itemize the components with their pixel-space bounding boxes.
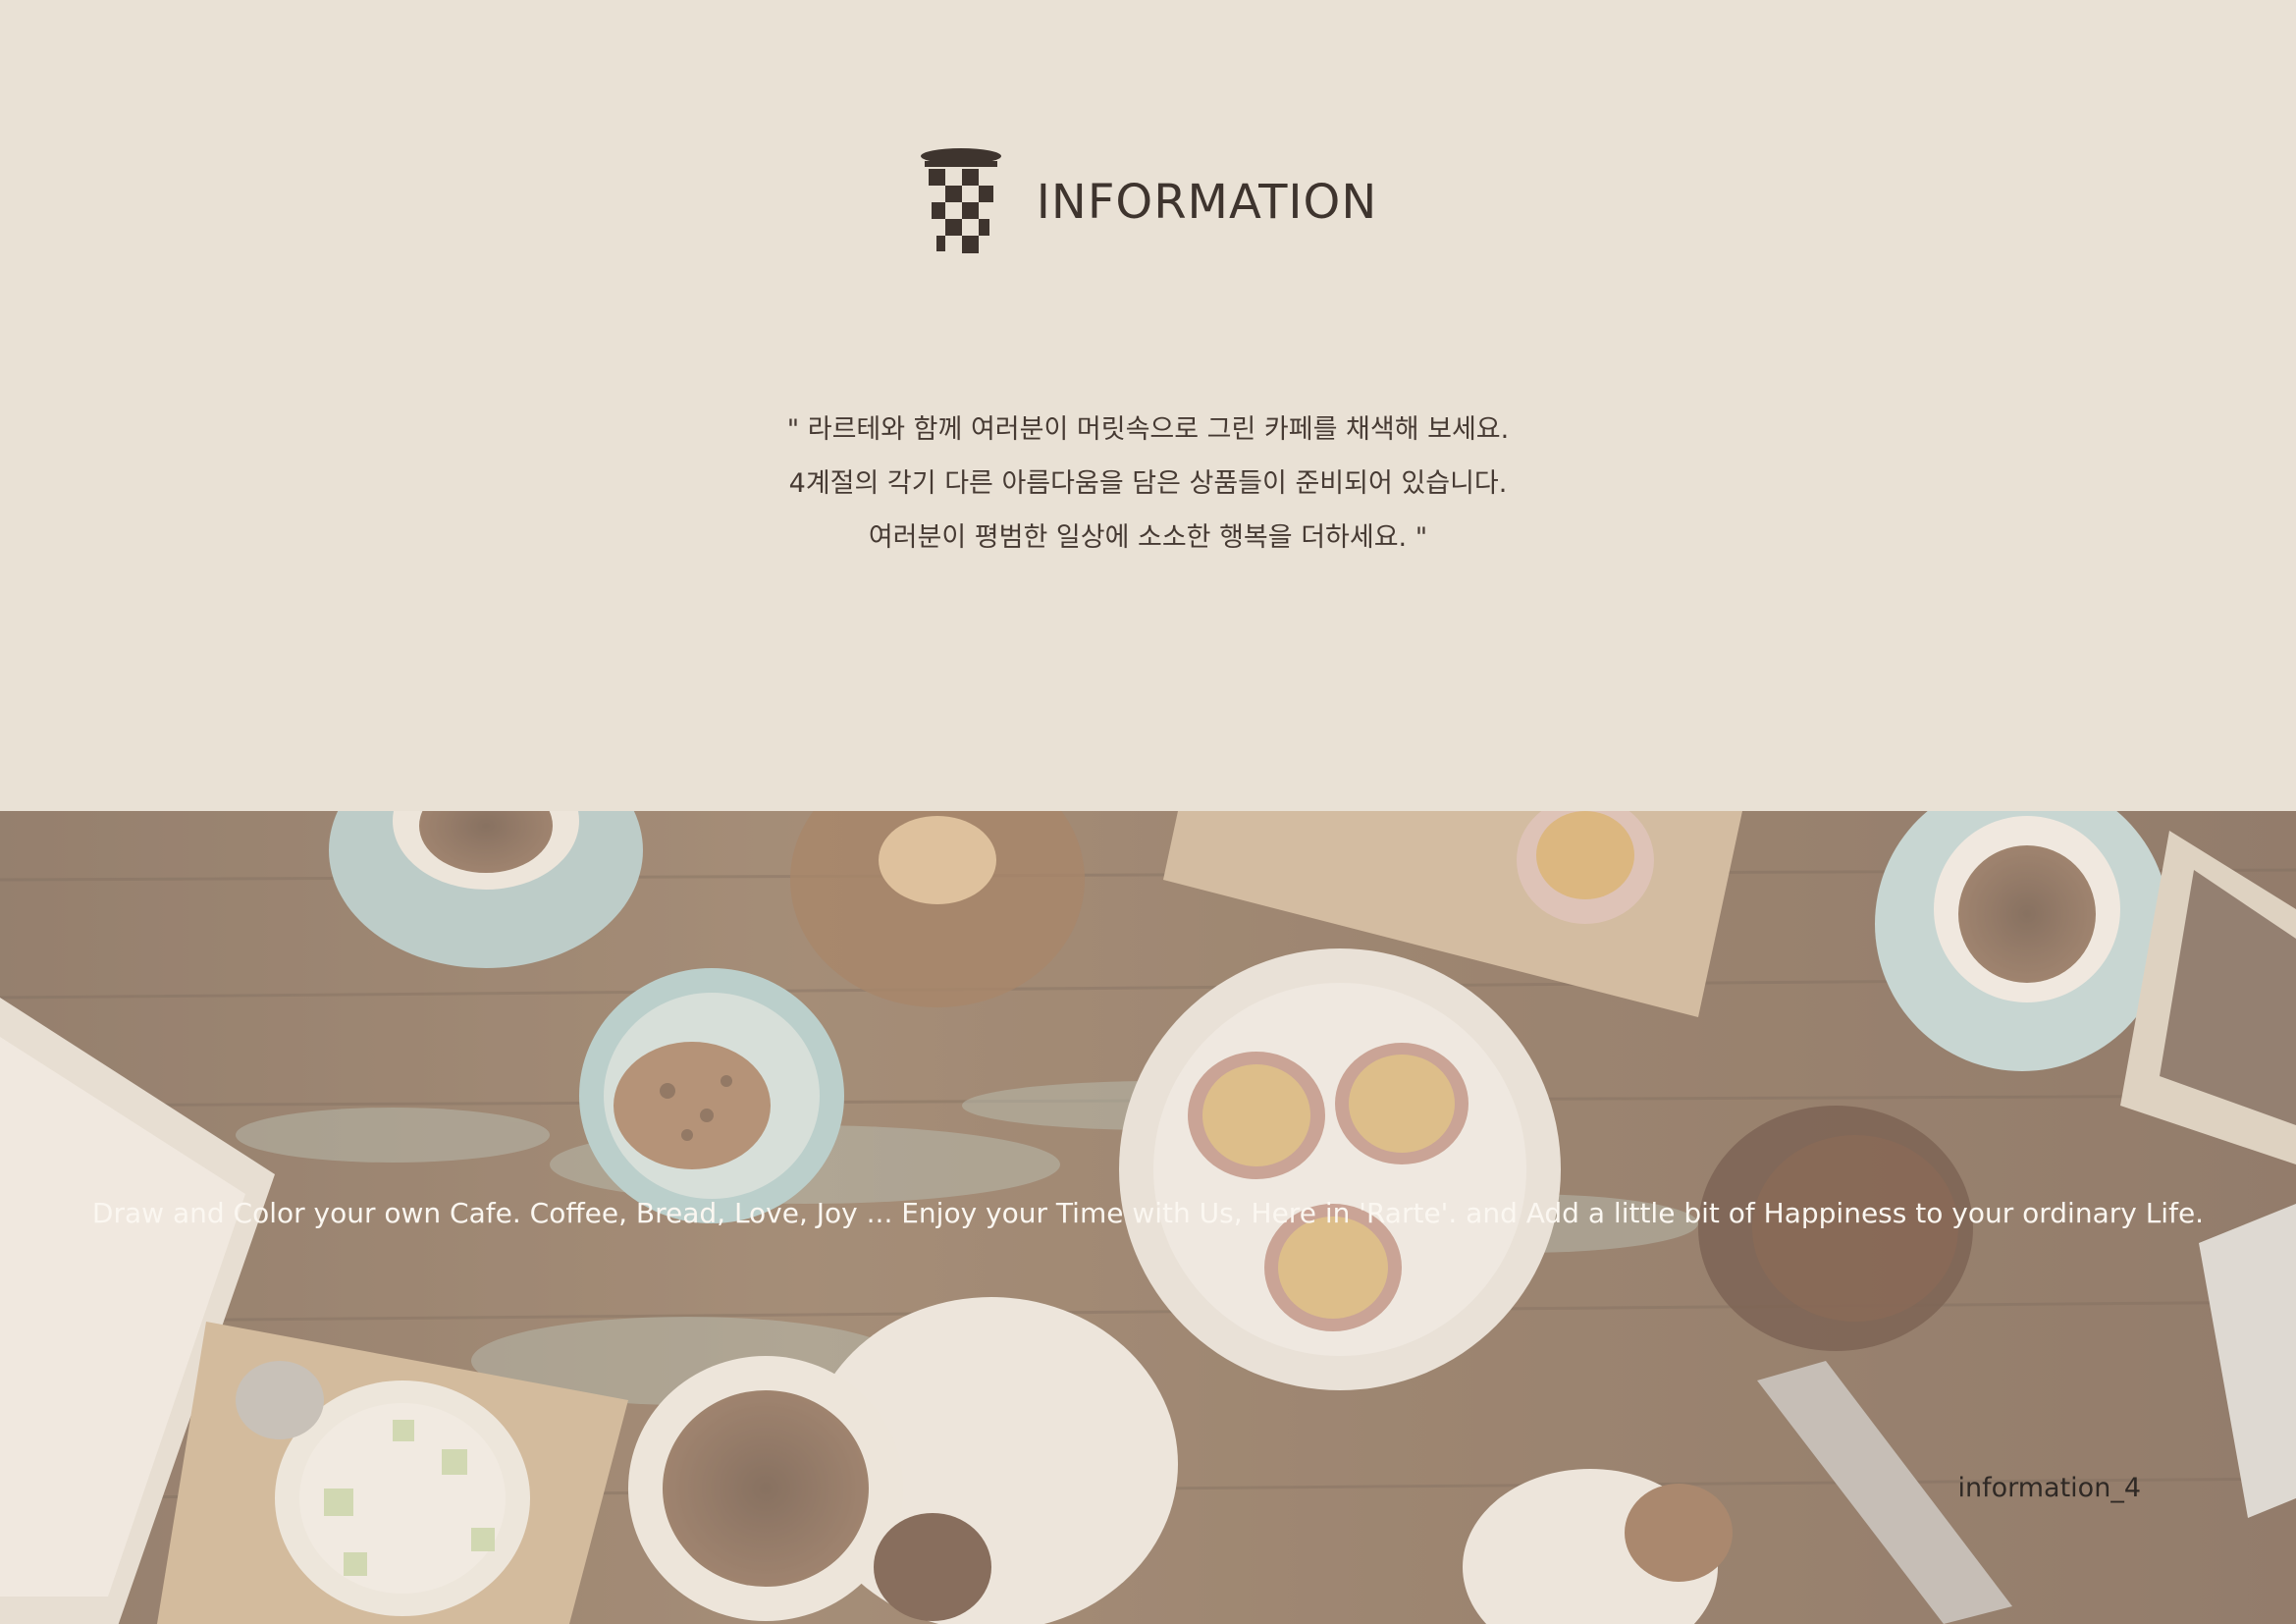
checkered-cup-icon [920, 148, 1001, 253]
page-title: INFORMATION [1036, 175, 1378, 230]
page-number-label: information_4 [1957, 1473, 2141, 1503]
intro-line: 여러분이 평범한 일상에 소소한 행복을 더하세요. " [868, 522, 1428, 553]
intro-line: 4계절의 각기 다른 아름다움을 담은 상품들이 준비되어 있습니다. [788, 468, 1508, 499]
intro-quote: " 라르테와 함께 여러분이 머릿속으로 그린 카페를 채색해 보세요. 4계절… [0, 403, 2296, 565]
intro-line: " 라르테와 함께 여러분이 머릿속으로 그린 카페를 채색해 보세요. [786, 414, 1510, 445]
cafe-table-photo: Draw and Color your own Cafe. Coffee, Br… [0, 811, 2296, 1624]
intro-section: INFORMATION " 라르테와 함께 여러분이 머릿속으로 그린 카페를 … [0, 0, 2296, 811]
header: INFORMATION [0, 147, 2296, 257]
photo-tagline: Draw and Color your own Cafe. Coffee, Br… [91, 1197, 2205, 1229]
information-page: INFORMATION " 라르테와 함께 여러분이 머릿속으로 그린 카페를 … [0, 0, 2296, 1624]
